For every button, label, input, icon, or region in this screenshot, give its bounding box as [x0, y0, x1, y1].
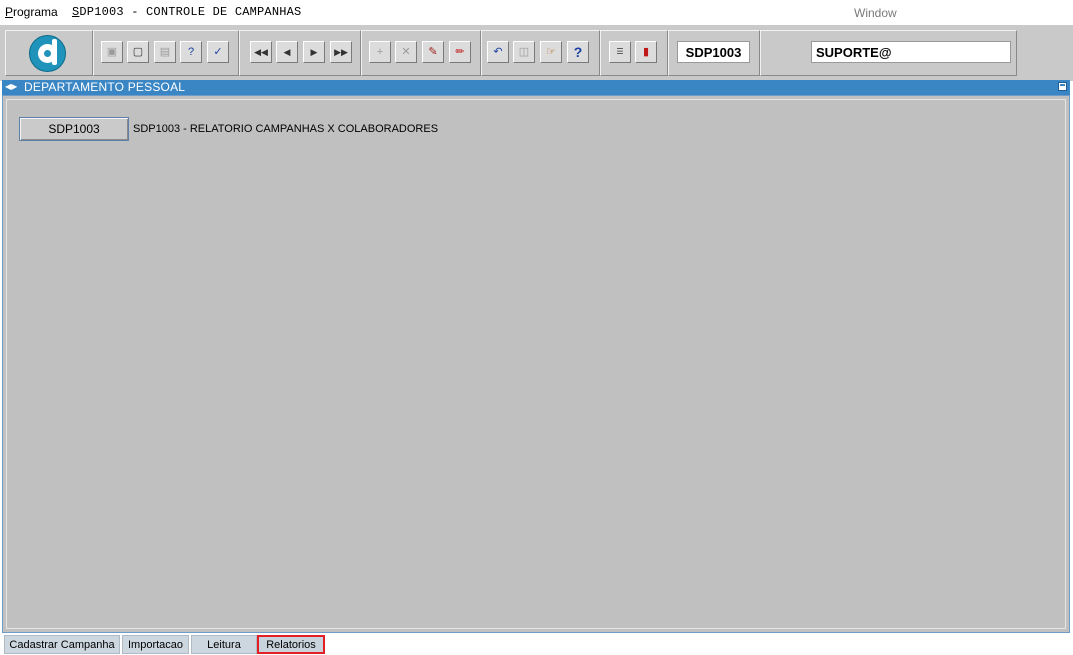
- panel-header: ◀▶ DEPARTAMENTO PESSOAL: [2, 80, 1070, 95]
- help-icon[interactable]: ?: [567, 41, 589, 63]
- execute-query-icon[interactable]: ✓: [207, 41, 229, 63]
- menu-programa[interactable]: Programa: [5, 5, 58, 19]
- tab-cadastrar-campanha[interactable]: Cadastrar Campanha: [4, 635, 120, 654]
- exit-icon[interactable]: ▮: [635, 41, 657, 63]
- print-icon[interactable]: ▤: [154, 41, 176, 63]
- panel-inner-frame: [6, 99, 1066, 629]
- tab-leitura[interactable]: Leitura: [191, 635, 257, 654]
- delete-record-icon[interactable]: ✕: [395, 41, 417, 63]
- point-icon[interactable]: ☞: [540, 41, 562, 63]
- app-logo-icon: [29, 35, 66, 72]
- panel-title: DEPARTAMENTO PESSOAL: [24, 80, 186, 94]
- query-icon[interactable]: ?: [180, 41, 202, 63]
- tab-relatorios[interactable]: Relatorios: [257, 635, 325, 654]
- report-description: SDP1003 - RELATORIO CAMPANHAS X COLABORA…: [133, 123, 439, 135]
- clear-icon[interactable]: ✏: [449, 41, 471, 63]
- tab-importacao[interactable]: Importacao: [122, 635, 189, 654]
- insert-record-icon[interactable]: +: [369, 41, 391, 63]
- menu-bar: Programa SDP1003 - CONTROLE DE CAMPANHAS…: [0, 0, 1073, 24]
- toolbar: ▣ ▢ ▤ ? ✓ ◀◀ ◀ ▶ ▶▶ + ✕ ✎ ✏ ↶ ◫ ☞ ? ☰ ▮ …: [0, 25, 1073, 81]
- panel-collapse-icon[interactable]: ◀▶: [5, 83, 17, 91]
- program-code-field: SDP1003: [677, 41, 750, 63]
- panel-maximize-icon[interactable]: [1058, 82, 1067, 91]
- user-field: SUPORTE@: [811, 41, 1011, 63]
- undo-icon[interactable]: ↶: [487, 41, 509, 63]
- panel-body: [2, 95, 1070, 633]
- tab-bar: Cadastrar Campanha Importacao Leitura Re…: [0, 634, 1073, 655]
- paste-icon[interactable]: ◫: [513, 41, 535, 63]
- next-record-icon[interactable]: ▶: [303, 41, 325, 63]
- last-record-icon[interactable]: ▶▶: [330, 41, 352, 63]
- save-icon[interactable]: ▣: [101, 41, 123, 63]
- report-sdp1003-button[interactable]: SDP1003: [19, 117, 129, 141]
- first-record-icon[interactable]: ◀◀: [250, 41, 272, 63]
- menu-icon[interactable]: ☰: [609, 41, 631, 63]
- print-preview-icon[interactable]: ▢: [127, 41, 149, 63]
- previous-record-icon[interactable]: ◀: [276, 41, 298, 63]
- window-title: SDP1003 - CONTROLE DE CAMPANHAS: [72, 5, 302, 19]
- menu-window[interactable]: Window: [854, 6, 897, 20]
- edit-record-icon[interactable]: ✎: [422, 41, 444, 63]
